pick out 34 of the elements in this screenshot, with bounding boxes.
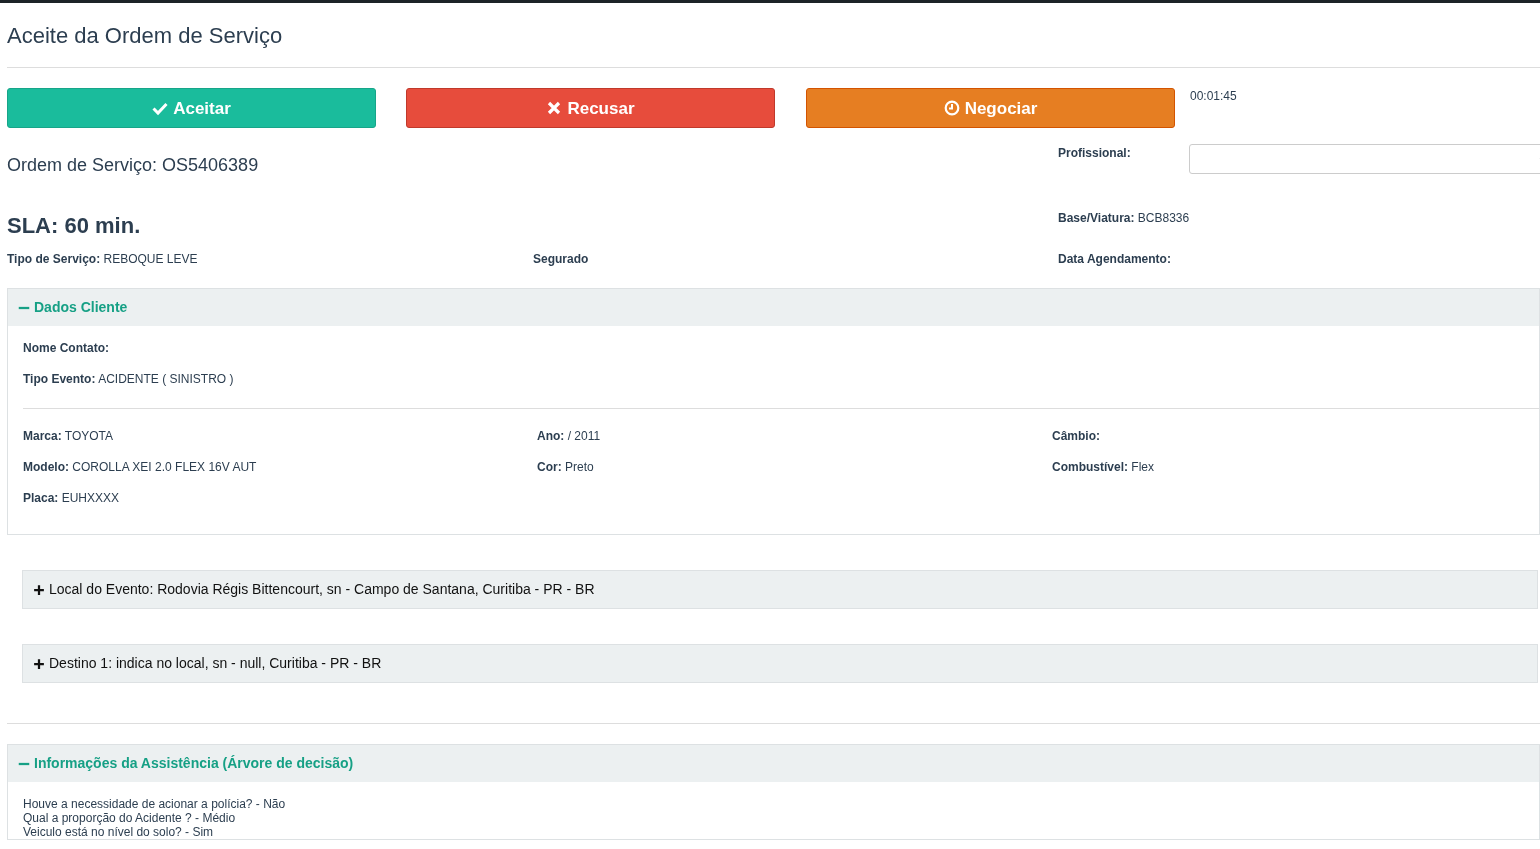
field-text: Tipo de Serviço: REBOQUE LEVE xyxy=(7,251,199,269)
field-text: Cor: Preto xyxy=(537,460,595,475)
field-text: Tipo Evento: ACIDENTE ( SINISTRO ) xyxy=(23,372,235,387)
panel-header[interactable]: Destino 1: indica no local, sn - null, Curitiba - PR - BR xyxy=(23,645,1537,683)
panel-header[interactable]: Local do Evento: Rodovia Régis Bittencourt, sn - Campo de Santana, Curitiba - PR - BR xyxy=(23,571,1537,609)
answer-text: Veiculo está no nível do solo? - Sim xyxy=(23,825,215,840)
check-icon xyxy=(152,100,169,117)
field-text: Data Agendamento: xyxy=(1058,251,1172,269)
answer-text: Qual a proporção do Acidente ? - Médio xyxy=(23,811,237,826)
field-text: Placa: EUHXXXX xyxy=(23,491,121,506)
field-text: Base/Viatura: BCB8336 xyxy=(1058,210,1191,228)
field-text: Combustível: Flex xyxy=(1052,460,1156,475)
close-icon xyxy=(546,100,563,117)
order-number: Ordem de Serviço: OS5406389 xyxy=(7,154,260,178)
answer-text: Houve a necessidade de acionar a polícia? - Não xyxy=(23,797,287,812)
field-text: Ano: / 2011 xyxy=(537,429,602,444)
field-text: Câmbio: xyxy=(1052,429,1101,444)
field-text: Nome Contato: xyxy=(23,341,110,356)
field-label: Profissional: xyxy=(1058,145,1131,163)
panel-header[interactable]: Dados Cliente xyxy=(8,289,1539,327)
plus-icon xyxy=(33,657,45,670)
accept-button[interactable]: Aceitar xyxy=(7,88,376,129)
timer-text: 00:01:45 xyxy=(1190,88,1238,106)
field-text: Modelo: COROLLA XEI 2.0 FLEX 16V AUT xyxy=(23,460,258,475)
refuse-button[interactable]: Recusar xyxy=(406,88,775,129)
field-text: Marca: TOYOTA xyxy=(23,429,115,444)
plus-icon xyxy=(33,583,45,596)
field-text: Segurado xyxy=(533,251,590,269)
negotiate-button[interactable]: Negociar xyxy=(806,88,1175,129)
page-title: Aceite da Ordem de Serviço xyxy=(7,23,1540,69)
clock-icon xyxy=(943,100,960,117)
sla-text: SLA: 60 min. xyxy=(7,212,142,241)
professional-select[interactable] xyxy=(1188,144,1540,175)
panel-header[interactable]: Informações da Assistência (Árvore de decisão) xyxy=(8,745,1539,783)
